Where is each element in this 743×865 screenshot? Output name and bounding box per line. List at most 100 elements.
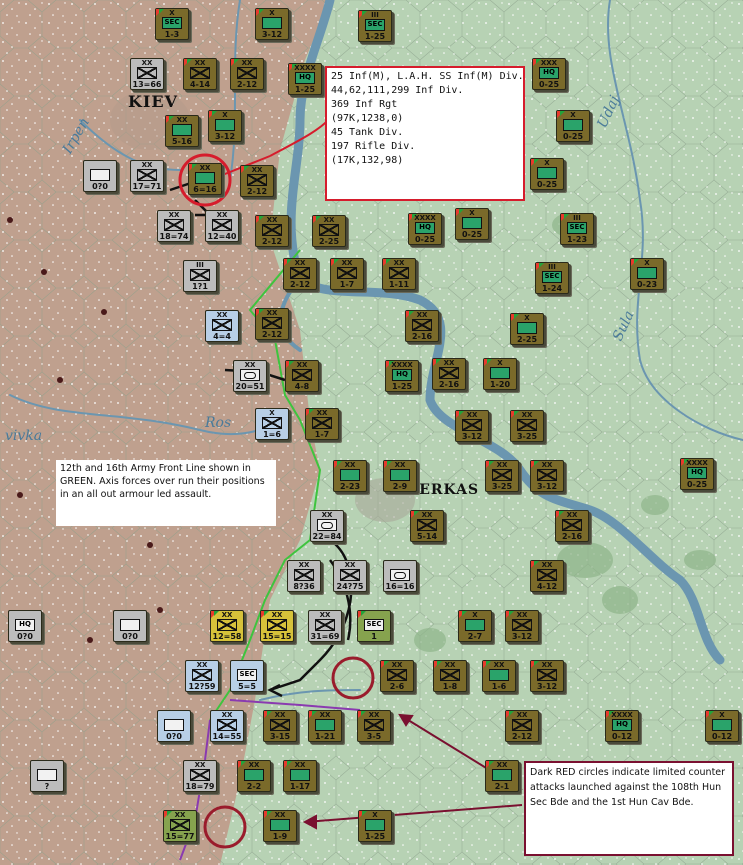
unit-counter[interactable]: XX 12=40 xyxy=(205,210,239,242)
unit-counter[interactable]: XX 2-6 xyxy=(380,660,414,692)
unit-counter[interactable]: XX 1-11 xyxy=(382,258,416,290)
unit-counter[interactable]: HQ 0?0 xyxy=(8,610,42,642)
unit-counter[interactable]: XX 5-16 xyxy=(165,115,199,147)
unit-counter[interactable]: XX 20=51 xyxy=(233,360,267,392)
unit-counter[interactable]: X 0-25 xyxy=(530,158,564,190)
unit-size-label: XX xyxy=(321,511,333,519)
unit-counter[interactable]: XXXX HQ 0-12 xyxy=(605,710,639,742)
unit-counter[interactable]: XX 24?75 xyxy=(333,560,367,592)
unit-counter[interactable]: X 0-12 xyxy=(705,710,739,742)
unit-counter[interactable]: 0?0 xyxy=(83,160,117,192)
unit-counter[interactable]: 0?0 xyxy=(113,610,147,642)
unit-counter[interactable]: XX 2-2 xyxy=(237,760,271,792)
unit-counter[interactable]: 16=16 xyxy=(383,560,417,592)
unit-counter[interactable]: XX 22=84 xyxy=(310,510,344,542)
unit-counter[interactable]: XX 3-12 xyxy=(505,610,539,642)
unit-counter[interactable]: X 3-12 xyxy=(255,8,289,40)
unit-counter[interactable]: XX 2-25 xyxy=(312,215,346,247)
river-label-vivka: vivka xyxy=(5,428,43,444)
unit-counter[interactable]: III SEC 1-23 xyxy=(560,213,594,245)
unit-counter[interactable]: XX 2-12 xyxy=(255,308,289,340)
unit-counter[interactable]: III SEC 1-24 xyxy=(535,262,569,294)
unit-counter[interactable]: XX 1-21 xyxy=(308,710,342,742)
unit-counter[interactable]: X 1-25 xyxy=(358,810,392,842)
unit-counter[interactable]: XX 3-25 xyxy=(510,410,544,442)
infantry-symbol-icon xyxy=(340,569,360,581)
unit-counter[interactable]: X 3-12 xyxy=(208,110,242,142)
intel-line: 44,62,111,299 Inf Div. xyxy=(331,85,464,96)
infantry-symbol-icon xyxy=(462,419,482,431)
unit-counter[interactable]: XX 2-16 xyxy=(405,310,439,342)
unit-counter[interactable]: XXXX HQ 1-25 xyxy=(288,63,322,95)
unit-strength-label: 1-11 xyxy=(388,280,410,289)
unit-counter[interactable]: XX 15=77 xyxy=(163,810,197,842)
unit-size-label: X xyxy=(469,209,475,217)
unit-counter[interactable]: XX 18=79 xyxy=(183,760,217,792)
unit-counter[interactable]: XX 2-16 xyxy=(555,510,589,542)
unit-counter[interactable]: XX 2-12 xyxy=(283,258,317,290)
unit-counter[interactable]: III SEC 1-25 xyxy=(358,10,392,42)
unit-counter[interactable]: XXXX HQ 0-25 xyxy=(680,458,714,490)
unit-counter[interactable]: XX 17=71 xyxy=(130,160,164,192)
unit-counter[interactable]: XX 2-12 xyxy=(240,165,274,197)
unit-counter[interactable]: XX 4-12 xyxy=(530,560,564,592)
unit-counter[interactable]: XX 3-5 xyxy=(357,710,391,742)
unit-counter[interactable]: XX 6=16 xyxy=(188,163,222,195)
unit-counter[interactable]: XX 3-15 xyxy=(263,710,297,742)
unit-counter[interactable]: XX 12?59 xyxy=(185,660,219,692)
unit-counter[interactable]: X 0-25 xyxy=(455,208,489,240)
unit-counter[interactable]: SEC 5=5 xyxy=(230,660,264,692)
unit-counter[interactable]: XX 3-12 xyxy=(530,460,564,492)
unit-counter[interactable]: XX 4-14 xyxy=(183,58,217,90)
unit-counter[interactable]: XX 3-25 xyxy=(485,460,519,492)
unit-counter[interactable]: XX 1-7 xyxy=(305,408,339,440)
unit-counter[interactable]: XX 1-9 xyxy=(263,810,297,842)
unit-strength-label: 1-8 xyxy=(442,682,458,691)
unit-counter[interactable]: XX 12=58 xyxy=(210,610,244,642)
unit-counter[interactable]: XX 2-16 xyxy=(432,358,466,390)
unit-counter[interactable]: XX 3-12 xyxy=(530,660,564,692)
unit-counter[interactable]: XX 1-8 xyxy=(433,660,467,692)
unit-type-icon xyxy=(465,619,485,631)
unit-counter[interactable]: XX 5-14 xyxy=(410,510,444,542)
unit-size-label: XX xyxy=(416,311,428,319)
unit-counter[interactable]: ? xyxy=(30,760,64,792)
unit-counter[interactable]: SEC 1 xyxy=(357,610,391,642)
unit-counter[interactable]: XX 2-12 xyxy=(505,710,539,742)
unit-counter[interactable]: XX 1-7 xyxy=(330,258,364,290)
unit-counter[interactable]: XX 14=55 xyxy=(210,710,244,742)
intel-line: (97K,1238,0) xyxy=(331,113,404,124)
unit-strength-label: 2-12 xyxy=(261,330,283,339)
unit-counter[interactable]: X 1=6 xyxy=(255,408,289,440)
unit-counter[interactable]: XX 31=69 xyxy=(308,610,342,642)
unit-counter[interactable]: XXXX HQ 0-25 xyxy=(408,213,442,245)
unit-counter[interactable]: XXXX HQ 1-25 xyxy=(385,360,419,392)
unit-counter[interactable]: III 1?1 xyxy=(183,260,217,292)
unit-counter[interactable]: XX 1-17 xyxy=(283,760,317,792)
unit-counter[interactable]: X 2-7 xyxy=(458,610,492,642)
unit-counter[interactable]: X 1-20 xyxy=(483,358,517,390)
unit-counter[interactable]: XX 1-6 xyxy=(482,660,516,692)
unit-counter[interactable]: XX 2-1 xyxy=(485,760,519,792)
unit-counter[interactable]: XX 4=4 xyxy=(205,310,239,342)
unit-counter[interactable]: XX 13=66 xyxy=(130,58,164,90)
unit-counter[interactable]: XX 3-12 xyxy=(455,410,489,442)
unit-counter[interactable]: XX 8?36 xyxy=(287,560,321,592)
unit-counter[interactable]: XX 2-12 xyxy=(230,58,264,90)
unit-counter[interactable]: XX 4-8 xyxy=(285,360,319,392)
infantry-symbol-icon xyxy=(217,619,237,631)
unit-counter[interactable]: XX 2-9 xyxy=(383,460,417,492)
unit-counter[interactable]: X 0-25 xyxy=(556,110,590,142)
unit-counter[interactable]: 0?0 xyxy=(157,710,191,742)
unit-counter[interactable]: X 0-23 xyxy=(630,258,664,290)
unit-strength-label: 3-12 xyxy=(511,632,533,641)
unit-counter[interactable]: XX 2-12 xyxy=(255,215,289,247)
unit-counter[interactable]: XX 15=15 xyxy=(260,610,294,642)
unit-counter[interactable]: X SEC 1-3 xyxy=(155,8,189,40)
unit-counter[interactable]: XX 18=74 xyxy=(157,210,191,242)
unit-counter[interactable]: XX 2-23 xyxy=(333,460,367,492)
unit-counter[interactable]: XXX HQ 0-25 xyxy=(532,58,566,90)
unit-counter[interactable]: X 2-25 xyxy=(510,313,544,345)
unit-strength-label: 18=79 xyxy=(185,782,215,791)
unit-size-label: XX xyxy=(266,309,278,317)
